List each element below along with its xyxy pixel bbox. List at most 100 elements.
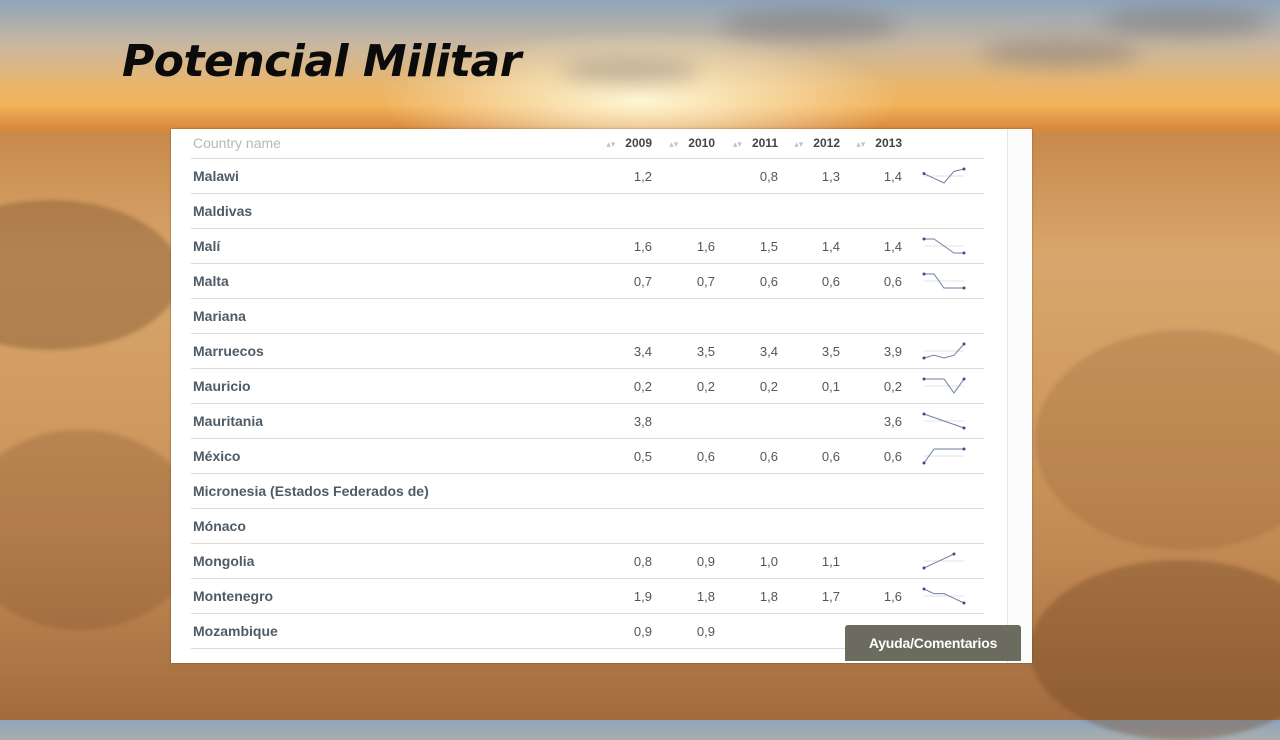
sparkline-icon xyxy=(922,587,966,605)
column-header-country[interactable]: Country name xyxy=(191,129,596,159)
table-row[interactable]: Malí 1,6 1,6 1,5 1,4 1,4 xyxy=(191,228,984,264)
value-cell-2010: 0,2 xyxy=(658,368,721,404)
value-cell-2012 xyxy=(784,298,846,334)
country-name-cell: Mozambique xyxy=(191,613,596,649)
value-cell-2013 xyxy=(846,543,908,579)
sort-arrows-icon[interactable]: ▴▾ xyxy=(733,139,742,149)
value-cell-2013: 1,4 xyxy=(846,158,908,194)
value-cell-2011: 3,4 xyxy=(721,333,784,369)
country-name-cell: Micronesia (Estados Federados de) xyxy=(191,473,596,509)
sparkline-cell xyxy=(908,473,984,509)
value-cell-2012 xyxy=(784,193,846,229)
column-header-2011[interactable]: ▴▾ 2011 xyxy=(721,129,784,159)
value-cell-2009: 0,5 xyxy=(596,438,658,474)
value-cell-2011: 0,6 xyxy=(721,438,784,474)
value-cell-2010: 0,9 xyxy=(658,543,721,579)
sparkline-cell xyxy=(908,508,984,544)
sparkline-point xyxy=(922,412,926,416)
column-header-trend xyxy=(908,129,984,159)
column-header-2013[interactable]: ▴▾ 2013 xyxy=(846,129,908,159)
sparkline-point xyxy=(962,426,966,430)
value-cell-2010: 1,8 xyxy=(658,578,721,614)
sparkline-cell xyxy=(908,298,984,334)
table-row[interactable]: Marruecos 3,4 3,5 3,4 3,5 3,9 xyxy=(191,333,984,369)
value-cell-2011: 0,8 xyxy=(721,158,784,194)
value-cell-2012 xyxy=(784,473,846,509)
sparkline-cell xyxy=(908,333,984,369)
value-cell-2011 xyxy=(721,298,784,334)
value-cell-2011: 0,2 xyxy=(721,368,784,404)
value-cell-2009: 0,9 xyxy=(596,613,658,649)
country-name-cell: Mónaco xyxy=(191,508,596,544)
table-row[interactable]: Mauricio 0,2 0,2 0,2 0,1 0,2 xyxy=(191,368,984,404)
sparkline-cell xyxy=(908,193,984,229)
value-cell-2011 xyxy=(721,508,784,544)
value-cell-2013: 1,4 xyxy=(846,228,908,264)
value-cell-2012: 0,1 xyxy=(784,368,846,404)
help-feedback-button[interactable]: Ayuda/Comentarios xyxy=(845,625,1021,661)
value-cell-2009: 0,2 xyxy=(596,368,658,404)
value-cell-2009: 1,9 xyxy=(596,578,658,614)
value-cell-2012 xyxy=(784,613,846,649)
sparkline-cell xyxy=(908,368,984,404)
column-header-label: 2009 xyxy=(625,135,652,150)
value-cell-2010 xyxy=(658,158,721,194)
column-header-label: 2010 xyxy=(688,135,715,150)
sort-arrows-icon[interactable]: ▴▾ xyxy=(856,139,865,149)
column-header-2010[interactable]: ▴▾ 2010 xyxy=(658,129,721,159)
value-cell-2013: 3,6 xyxy=(846,403,908,439)
country-name-cell: Mauritania xyxy=(191,403,596,439)
value-cell-2011 xyxy=(721,613,784,649)
sort-arrows-icon[interactable]: ▴▾ xyxy=(606,139,615,149)
value-cell-2009: 1,2 xyxy=(596,158,658,194)
sparkline-point xyxy=(922,461,926,465)
value-cell-2013: 0,6 xyxy=(846,438,908,474)
table-row[interactable]: Mongolia 0,8 0,9 1,0 1,1 xyxy=(191,543,984,579)
value-cell-2011: 1,8 xyxy=(721,578,784,614)
table-row[interactable]: Mauritania 3,8 3,6 xyxy=(191,403,984,439)
value-cell-2011 xyxy=(721,473,784,509)
sparkline-point xyxy=(922,566,926,570)
sparkline-point xyxy=(962,601,966,605)
sparkline-cell xyxy=(908,158,984,194)
value-cell-2013 xyxy=(846,473,908,509)
value-cell-2009 xyxy=(596,508,658,544)
country-name-cell: México xyxy=(191,438,596,474)
value-cell-2013 xyxy=(846,298,908,334)
value-cell-2010 xyxy=(658,298,721,334)
table-row[interactable]: Malawi 1,2 0,8 1,3 1,4 xyxy=(191,158,984,194)
table-row[interactable]: México 0,5 0,6 0,6 0,6 0,6 xyxy=(191,438,984,474)
sparkline-cell xyxy=(908,438,984,474)
table-row[interactable]: Micronesia (Estados Federados de) xyxy=(191,473,984,509)
sort-arrows-icon[interactable]: ▴▾ xyxy=(669,139,678,149)
column-header-2012[interactable]: ▴▾ 2012 xyxy=(784,129,846,159)
value-cell-2010: 0,9 xyxy=(658,613,721,649)
value-cell-2011 xyxy=(721,403,784,439)
country-name-cell: Mariana xyxy=(191,298,596,334)
sparkline-icon xyxy=(922,447,966,465)
value-cell-2012: 1,7 xyxy=(784,578,846,614)
sparkline-point xyxy=(922,272,926,276)
table-row[interactable]: Maldivas xyxy=(191,193,984,229)
country-name-cell: Mauricio xyxy=(191,368,596,404)
column-header-label: 2011 xyxy=(751,135,778,150)
value-cell-2009 xyxy=(596,193,658,229)
sparkline-cell xyxy=(908,578,984,614)
table-row[interactable]: Mónaco xyxy=(191,508,984,544)
table-row[interactable]: Montenegro 1,9 1,8 1,8 1,7 1,6 xyxy=(191,578,984,614)
table-row[interactable]: Mariana xyxy=(191,298,984,334)
table-row[interactable]: Malta 0,7 0,7 0,6 0,6 0,6 xyxy=(191,263,984,299)
value-cell-2011: 1,0 xyxy=(721,543,784,579)
value-cell-2009: 1,6 xyxy=(596,228,658,264)
table-body: Malawi 1,2 0,8 1,3 1,4 Maldivas Malí 1,6 1,6 1,5 1… xyxy=(191,158,984,649)
sort-arrows-icon[interactable]: ▴▾ xyxy=(794,139,803,149)
value-cell-2010 xyxy=(658,193,721,229)
value-cell-2009: 0,8 xyxy=(596,543,658,579)
scrollbar[interactable] xyxy=(1007,129,1032,663)
value-cell-2013: 0,6 xyxy=(846,263,908,299)
value-cell-2009 xyxy=(596,473,658,509)
value-cell-2009 xyxy=(596,298,658,334)
column-header-2009[interactable]: ▴▾ 2009 xyxy=(596,129,658,159)
sparkline-icon xyxy=(922,412,966,430)
value-cell-2013 xyxy=(846,193,908,229)
